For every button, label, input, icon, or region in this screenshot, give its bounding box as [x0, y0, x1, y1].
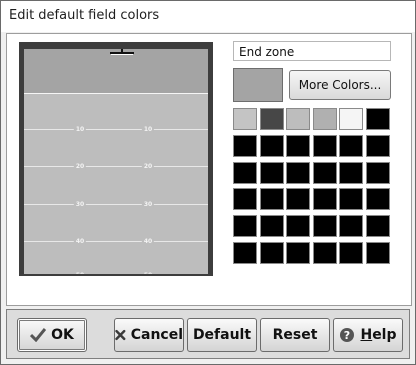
title-bar: Edit default field colors	[1, 1, 415, 32]
content-panel: 10 10 20 20 30 30 40 40 50 50 End zone M…	[6, 33, 412, 306]
help-label: Help	[360, 327, 397, 343]
yard-line	[24, 204, 208, 205]
color-swatch[interactable]	[312, 161, 337, 184]
dialog-window: Edit default field colors 10 10 20 20 30…	[0, 0, 416, 365]
yard-number: 10	[141, 126, 155, 133]
color-swatch[interactable]	[286, 188, 311, 211]
x-icon	[115, 329, 126, 341]
color-swatch[interactable]	[366, 188, 390, 211]
reset-label: Reset	[272, 327, 318, 343]
yard-number: 40	[73, 238, 87, 245]
help-button[interactable]: ? Help	[333, 318, 403, 352]
color-swatch[interactable]	[366, 242, 390, 264]
yard-line	[24, 166, 208, 167]
cancel-button[interactable]: Cancel	[114, 318, 184, 352]
yard-number: 30	[141, 201, 155, 208]
color-swatch[interactable]	[259, 188, 284, 211]
field-surface[interactable]: 10 10 20 20 30 30 40 40 50 50	[24, 49, 208, 274]
color-swatch[interactable]	[233, 215, 257, 238]
color-swatch[interactable]	[233, 161, 257, 184]
dialog-title: Edit default field colors	[9, 8, 160, 23]
region-name-field[interactable]: End zone	[233, 41, 391, 61]
color-swatch[interactable]	[312, 188, 337, 211]
yard-number: 10	[73, 126, 87, 133]
color-swatch[interactable]	[286, 134, 311, 157]
yard-number: 50	[73, 272, 87, 274]
default-button[interactable]: Default	[187, 318, 257, 352]
color-swatch[interactable]	[286, 161, 311, 184]
svg-text:?: ?	[344, 329, 350, 342]
yard-line	[24, 241, 208, 242]
goalpost-icon	[110, 49, 134, 55]
color-swatch[interactable]	[339, 242, 364, 264]
color-swatch[interactable]	[339, 108, 364, 130]
color-swatch[interactable]	[312, 108, 337, 130]
question-circle-icon: ?	[340, 328, 355, 342]
button-bar: OK Cancel Default Reset ? Help	[6, 309, 410, 359]
yard-number: 20	[73, 163, 87, 170]
color-swatch[interactable]	[259, 108, 284, 130]
color-swatch[interactable]	[312, 215, 337, 238]
field-preview[interactable]: 10 10 20 20 30 30 40 40 50 50	[19, 42, 213, 276]
current-color-preview	[233, 68, 283, 102]
color-swatch[interactable]	[339, 188, 364, 211]
yard-line	[24, 129, 208, 130]
yard-number: 30	[73, 201, 87, 208]
color-swatch[interactable]	[366, 161, 390, 184]
color-swatch[interactable]	[259, 161, 284, 184]
color-swatch[interactable]	[259, 134, 284, 157]
reset-button[interactable]: Reset	[260, 318, 330, 352]
color-swatch[interactable]	[339, 134, 364, 157]
color-swatch[interactable]	[286, 242, 311, 264]
color-swatch[interactable]	[312, 134, 337, 157]
color-swatch[interactable]	[339, 161, 364, 184]
color-swatch[interactable]	[259, 215, 284, 238]
default-label: Default	[192, 327, 252, 343]
more-colors-button[interactable]: More Colors...	[289, 70, 391, 100]
color-swatch[interactable]	[366, 215, 390, 238]
color-swatch[interactable]	[286, 108, 311, 130]
cancel-label: Cancel	[130, 327, 183, 343]
ok-label: OK	[51, 327, 74, 343]
color-swatch[interactable]	[312, 242, 337, 264]
yard-number: 50	[141, 272, 155, 274]
yard-number: 40	[141, 238, 155, 245]
color-swatch[interactable]	[286, 215, 311, 238]
checkmark-icon	[30, 328, 47, 342]
color-swatch[interactable]	[366, 134, 390, 157]
color-swatch[interactable]	[233, 134, 257, 157]
ok-button[interactable]: OK	[17, 318, 87, 352]
yard-number: 20	[141, 163, 155, 170]
color-swatch[interactable]	[259, 242, 284, 264]
color-swatch[interactable]	[366, 108, 390, 130]
color-swatch[interactable]	[233, 242, 257, 264]
color-swatch[interactable]	[339, 215, 364, 238]
color-swatch[interactable]	[233, 108, 257, 130]
color-swatch[interactable]	[233, 188, 257, 211]
